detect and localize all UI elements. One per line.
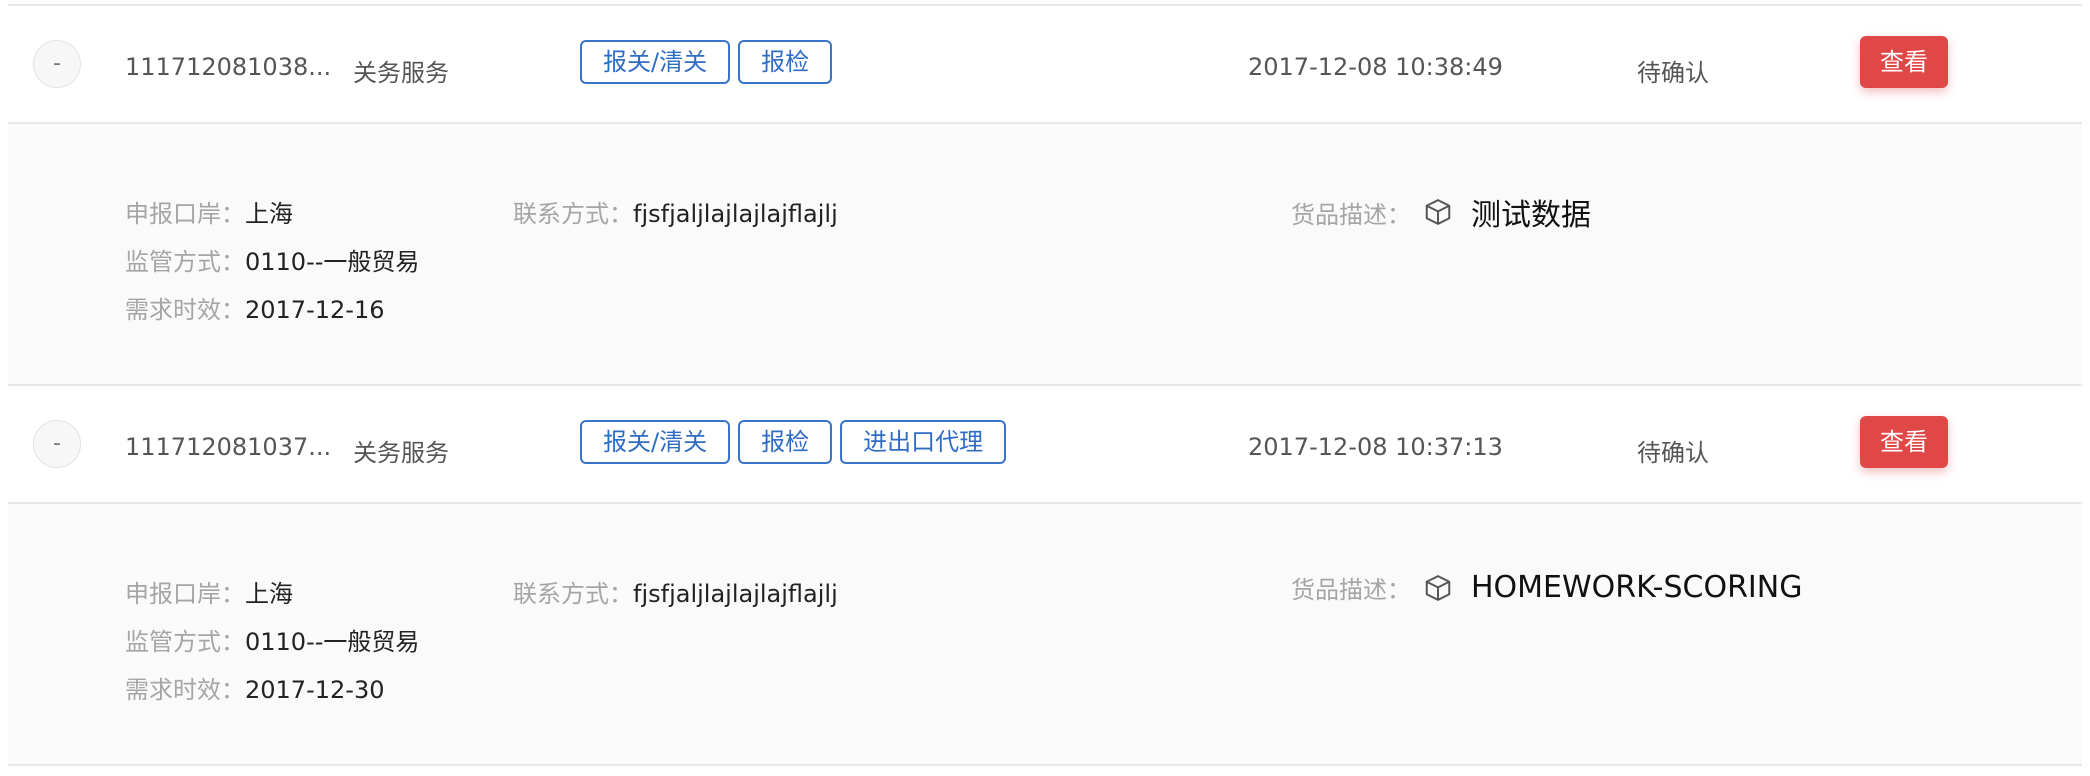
goods-value: 测试数据 xyxy=(1471,198,1591,233)
row-details-panel: 申报口岸：上海 监管方式：0110--一般贸易 需求时效：2017-12-16 … xyxy=(8,124,2082,384)
supervision-field: 监管方式：0110--一般贸易 xyxy=(125,622,419,657)
deadline-value: 2017-12-16 xyxy=(245,296,385,324)
order-number: 111712081038... xyxy=(125,53,332,81)
order-number: 111712081037... xyxy=(125,433,332,461)
deadline-field: 需求时效：2017-12-30 xyxy=(125,670,384,705)
supervision-value: 0110--一般贸易 xyxy=(245,248,420,276)
supervision-value: 0110--一般贸易 xyxy=(245,628,420,656)
service-type: 关务服务 xyxy=(353,439,449,467)
service-tag: 进出口代理 xyxy=(840,420,1007,464)
service-type: 关务服务 xyxy=(353,59,449,87)
supervision-label: 监管方式： xyxy=(125,248,245,276)
collapse-toggle-button[interactable]: - xyxy=(33,420,81,468)
row-details-panel: 申报口岸：上海 监管方式：0110--一般贸易 需求时效：2017-12-30 … xyxy=(8,504,2082,764)
deadline-field: 需求时效：2017-12-16 xyxy=(125,290,384,325)
status-text: 待确认 xyxy=(1637,439,1709,467)
contact-field: 联系方式：fjsfjaljlajlajlajflajlj xyxy=(513,574,838,609)
service-tag: 报关/清关 xyxy=(580,420,731,464)
status-text: 待确认 xyxy=(1637,59,1709,87)
port-label: 申报口岸： xyxy=(125,200,245,228)
view-button[interactable]: 查看 xyxy=(1860,36,1948,88)
port-value: 上海 xyxy=(245,200,293,228)
contact-value: fjsfjaljlajlajlajflajlj xyxy=(633,580,838,608)
contact-field: 联系方式：fjsfjaljlajlajlajflajlj xyxy=(513,194,838,229)
table-row: - 111712081037... 关务服务 报关/清关 报检 进出口代理 20… xyxy=(8,386,2082,504)
supervision-field: 监管方式：0110--一般贸易 xyxy=(125,242,419,277)
port-value: 上海 xyxy=(245,580,293,608)
service-tag: 报关/清关 xyxy=(580,40,731,84)
service-tag: 报检 xyxy=(738,420,833,464)
contact-label: 联系方式： xyxy=(513,200,633,228)
goods-label: 货品描述： xyxy=(1291,200,1411,229)
table-row: - 111712081038... 关务服务 报关/清关 报检 2017-12-… xyxy=(8,6,2082,124)
created-time: 2017-12-08 10:37:13 xyxy=(1248,433,1503,461)
service-tag: 报检 xyxy=(738,40,833,84)
port-field: 申报口岸：上海 xyxy=(125,194,293,229)
supervision-label: 监管方式： xyxy=(125,628,245,656)
view-button[interactable]: 查看 xyxy=(1860,416,1948,468)
created-time: 2017-12-08 10:38:49 xyxy=(1248,53,1503,81)
goods-value: HOMEWORK-SCORING xyxy=(1471,570,1803,605)
contact-value: fjsfjaljlajlajlajflajlj xyxy=(633,200,838,228)
service-tags: 报关/清关 报检 xyxy=(580,40,833,84)
deadline-label: 需求时效： xyxy=(125,296,245,324)
service-tags: 报关/清关 报检 进出口代理 xyxy=(580,420,1007,464)
collapse-toggle-button[interactable]: - xyxy=(33,40,81,88)
goods-field: 货品描述： HOMEWORK-SCORING xyxy=(1291,570,1802,605)
port-field: 申报口岸：上海 xyxy=(125,574,293,609)
cube-icon xyxy=(1423,573,1453,603)
goods-label: 货品描述： xyxy=(1291,576,1411,604)
row-divider xyxy=(8,764,2082,766)
contact-label: 联系方式： xyxy=(513,580,633,608)
deadline-label: 需求时效： xyxy=(125,676,245,704)
port-label: 申报口岸： xyxy=(125,580,245,608)
deadline-value: 2017-12-30 xyxy=(245,676,385,704)
goods-field: 货品描述： 测试数据 xyxy=(1291,190,1591,234)
cube-icon xyxy=(1423,197,1453,227)
order-table: - 111712081038... 关务服务 报关/清关 报检 2017-12-… xyxy=(0,0,2090,776)
